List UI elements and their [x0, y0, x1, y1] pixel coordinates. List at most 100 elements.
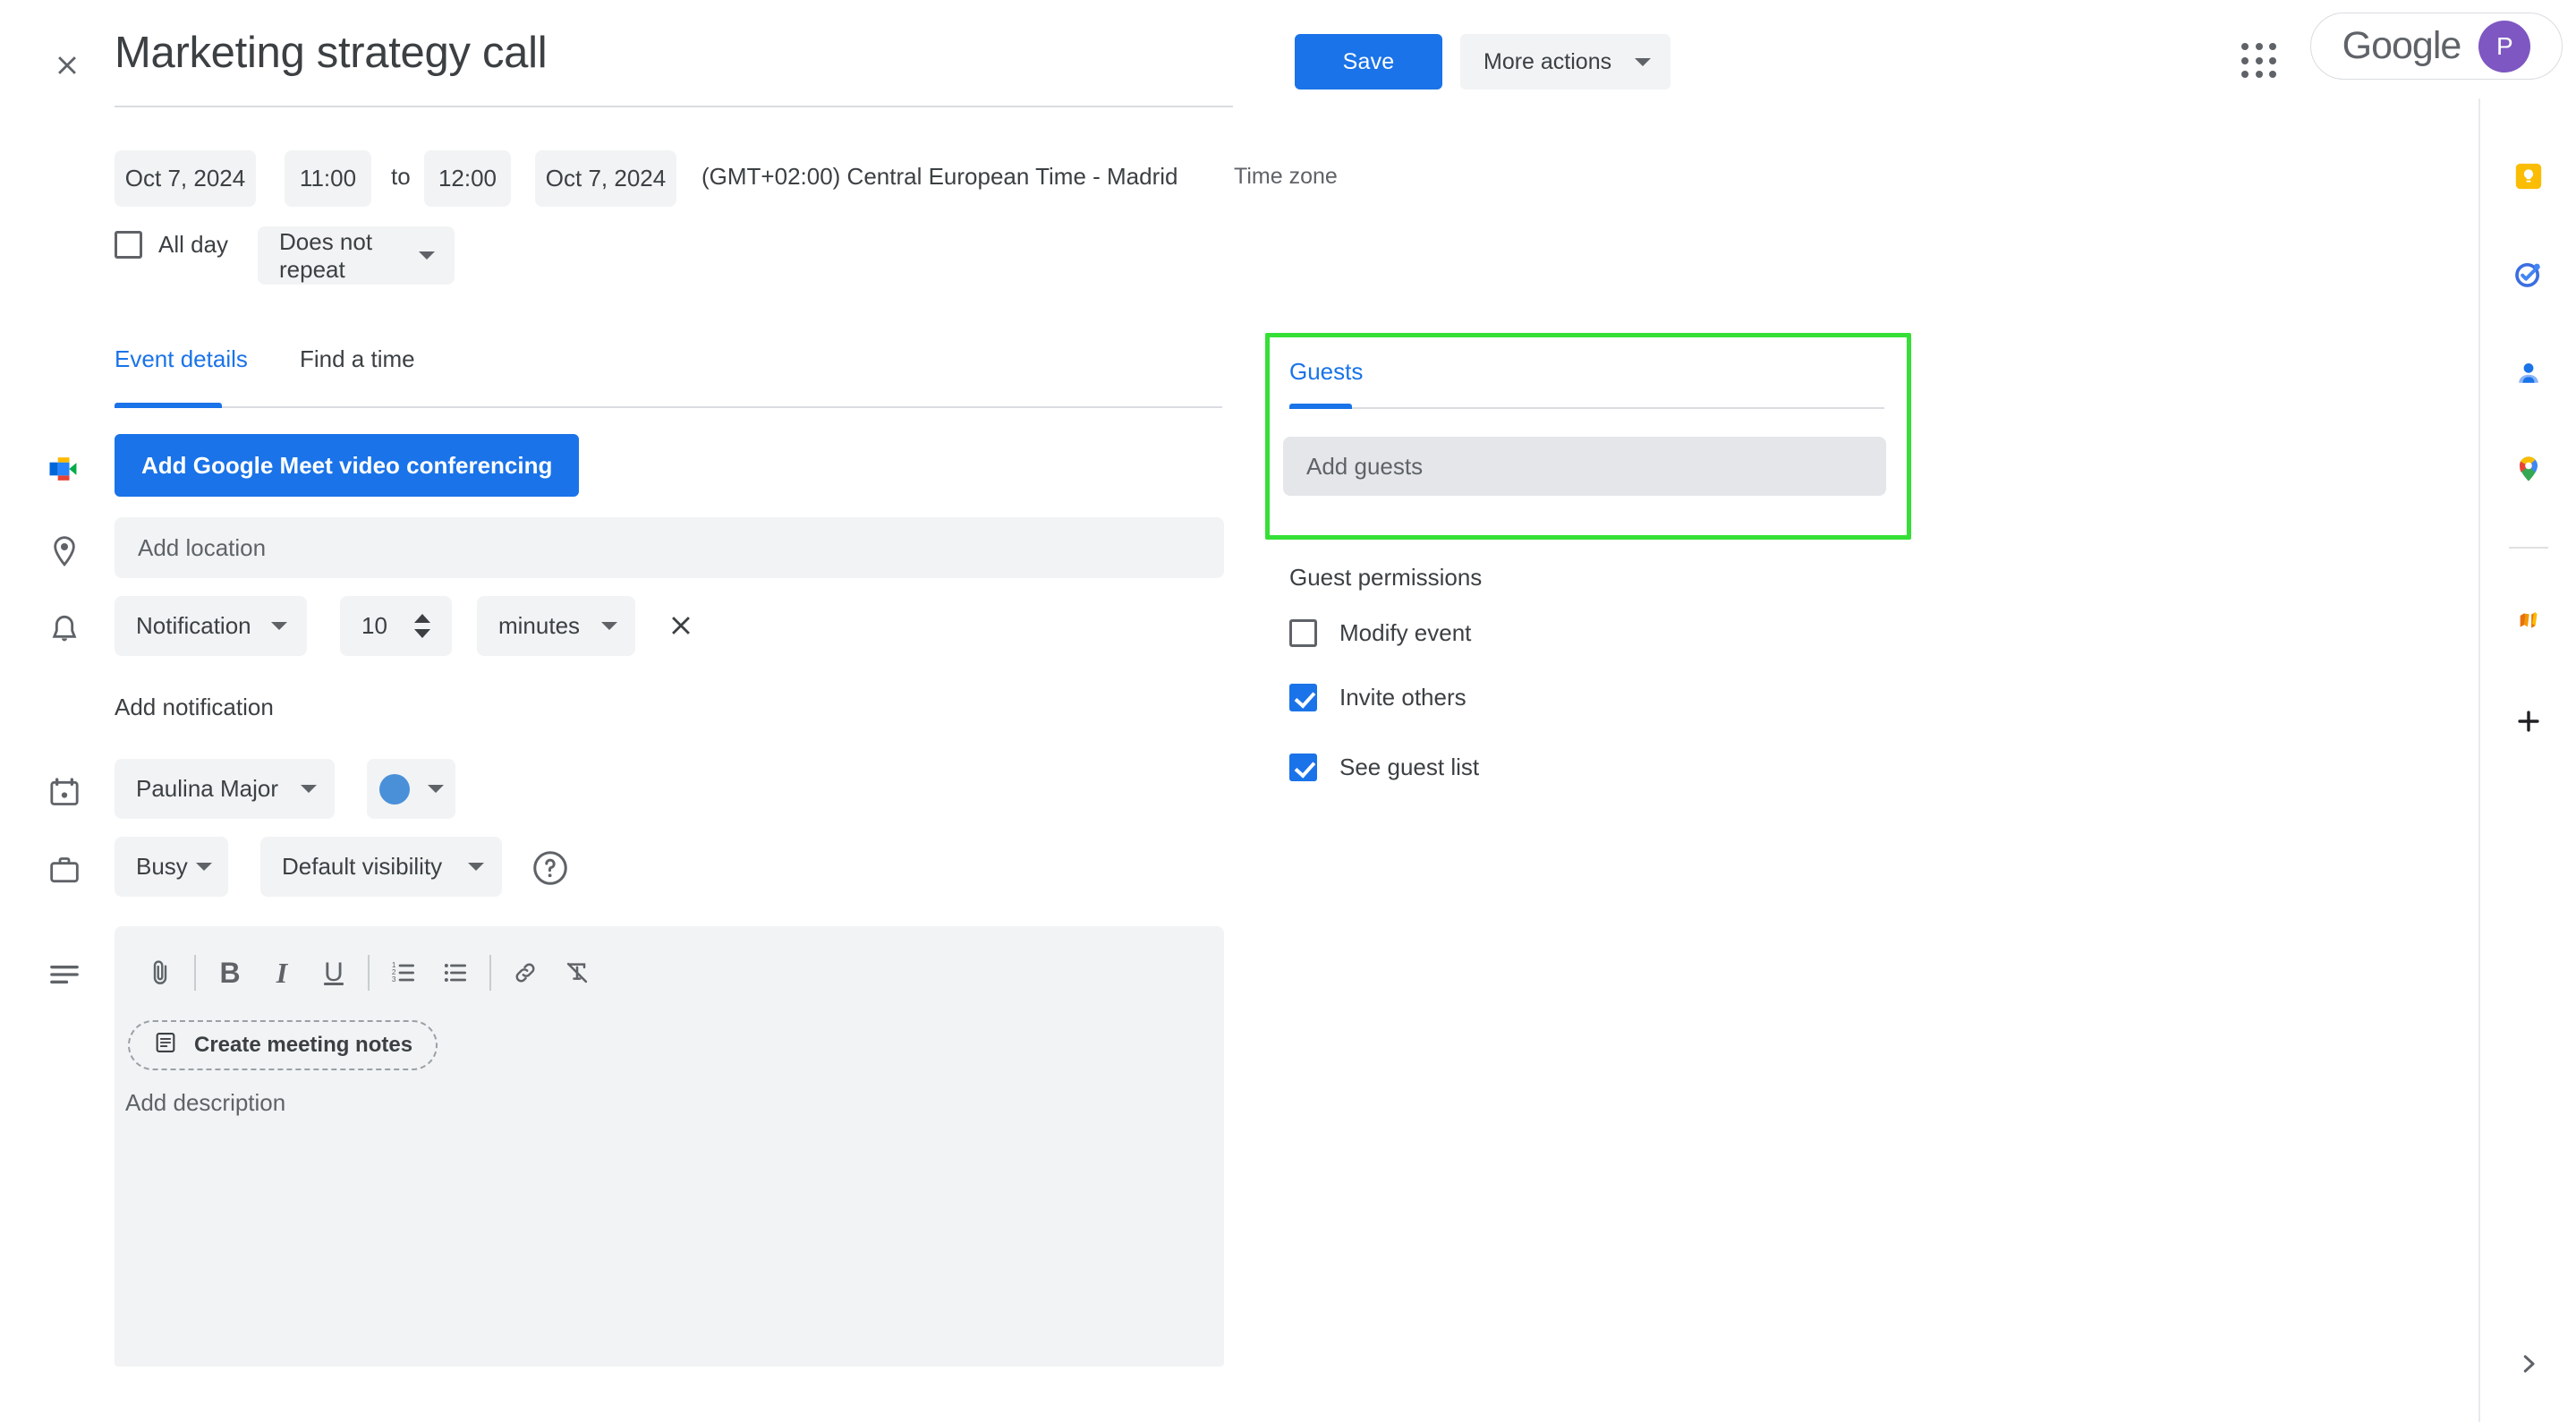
google-maps-icon[interactable] [2507, 447, 2550, 490]
location-input[interactable] [115, 517, 1224, 578]
notification-value-stepper[interactable] [407, 601, 438, 650]
add-notification-button[interactable]: Add notification [115, 694, 274, 721]
all-day-label: All day [158, 231, 228, 259]
create-meeting-notes-label: Create meeting notes [194, 1033, 412, 1058]
availability-dropdown[interactable]: Busy [115, 837, 228, 897]
end-date-chip[interactable]: Oct 7, 2024 [535, 150, 676, 207]
timezone-button[interactable]: Time zone [1234, 164, 1338, 190]
guest-permissions-title: Guest permissions [1289, 564, 1482, 592]
description-placeholder[interactable]: Add description [125, 1089, 285, 1117]
apps-grid-icon[interactable] [2232, 34, 2286, 88]
stepper-down-icon[interactable] [414, 629, 430, 638]
notification-type-label: Notification [136, 612, 251, 640]
numbered-list-icon[interactable]: 123 [378, 947, 429, 999]
save-button[interactable]: Save [1295, 34, 1442, 89]
calendar-icon [43, 771, 86, 814]
tab-guests[interactable]: Guests [1289, 358, 1363, 386]
event-color-dropdown[interactable] [367, 759, 455, 819]
bold-icon[interactable]: B [204, 947, 256, 999]
modify-event-label: Modify event [1339, 619, 1471, 647]
notification-unit-label: minutes [498, 612, 580, 640]
google-tasks-icon[interactable] [2507, 252, 2550, 295]
all-day-checkbox[interactable] [115, 231, 142, 259]
side-panel-rail [2478, 98, 2576, 1422]
remove-formatting-icon[interactable] [551, 947, 603, 999]
start-date-chip[interactable]: Oct 7, 2024 [115, 150, 256, 207]
add-icon[interactable] [2507, 700, 2550, 743]
invite-others-checkbox[interactable] [1289, 684, 1317, 711]
chevron-down-icon [1635, 58, 1651, 66]
availability-label: Busy [136, 853, 188, 881]
toolbar-divider [194, 955, 196, 991]
event-title-wrapper [115, 25, 1233, 89]
permission-row-invite-others: Invite others [1289, 684, 1467, 711]
guests-underline-track [1289, 407, 1884, 409]
remove-notification-icon[interactable] [660, 605, 701, 646]
google-contacts-icon[interactable] [2507, 352, 2550, 395]
toolbar-divider [489, 955, 491, 991]
chevron-down-icon [196, 863, 212, 871]
title-underline [115, 106, 1233, 107]
add-guests-input[interactable] [1283, 437, 1886, 496]
rail-divider [2509, 547, 2548, 549]
underline-icon[interactable]: U [308, 947, 360, 999]
chevron-down-icon [468, 863, 484, 871]
recurrence-dropdown[interactable]: Does not repeat [258, 226, 455, 285]
event-title-input[interactable] [115, 25, 1233, 89]
chevron-down-icon [428, 785, 444, 793]
editor-tabs: Event details Find a time [115, 345, 1222, 399]
attach-icon[interactable] [134, 947, 186, 999]
document-icon [153, 1030, 178, 1061]
description-lines-icon [43, 953, 86, 996]
see-guest-list-label: See guest list [1339, 754, 1479, 781]
more-actions-button[interactable]: More actions [1460, 34, 1671, 89]
all-day-row: All day [115, 231, 228, 259]
google-keep-icon[interactable] [2507, 155, 2550, 198]
svg-text:3: 3 [392, 975, 396, 983]
modify-event-checkbox[interactable] [1289, 619, 1317, 647]
chevron-right-icon[interactable] [2507, 1342, 2550, 1385]
link-icon[interactable] [499, 947, 551, 999]
avatar[interactable]: P [2478, 21, 2530, 72]
stepper-up-icon[interactable] [414, 614, 430, 623]
tab-active-indicator [115, 403, 222, 408]
start-time-chip[interactable]: 11:00 [285, 150, 371, 207]
account-chip[interactable]: Google P [2310, 13, 2563, 80]
permission-row-modify-event: Modify event [1289, 619, 1471, 647]
chevron-down-icon [419, 251, 435, 260]
see-guest-list-checkbox[interactable] [1289, 754, 1317, 781]
bell-icon [43, 609, 86, 651]
google-calendar-event-editor: Save More actions Google P Oct 7, 2024 1… [0, 0, 2576, 1422]
timezone-text: (GMT+02:00) Central European Time - Madr… [701, 163, 1178, 191]
more-actions-label: More actions [1484, 49, 1611, 75]
tab-find-a-time[interactable]: Find a time [300, 345, 415, 393]
top-bar: Save More actions Google P [0, 0, 2576, 134]
tab-event-details[interactable]: Event details [115, 345, 248, 393]
help-icon[interactable] [530, 847, 571, 889]
end-time-chip[interactable]: 12:00 [424, 150, 511, 207]
tab-underline-track [115, 406, 1222, 408]
visibility-dropdown[interactable]: Default visibility [260, 837, 502, 897]
to-label: to [391, 163, 411, 191]
calendar-owner-dropdown[interactable]: Paulina Major [115, 759, 335, 819]
guests-active-indicator [1289, 404, 1352, 409]
chevron-down-icon [601, 622, 617, 630]
rich-text-toolbar: B I U 123 [134, 947, 603, 999]
toolbar-divider [368, 955, 370, 991]
location-pin-icon [43, 530, 86, 573]
notification-type-dropdown[interactable]: Notification [115, 596, 307, 656]
color-swatch [379, 774, 410, 805]
close-icon[interactable] [43, 41, 91, 89]
briefcase-icon [43, 848, 86, 891]
marketplace-icon[interactable] [2507, 600, 2550, 643]
permission-row-see-guest-list: See guest list [1289, 754, 1479, 781]
create-meeting-notes-button[interactable]: Create meeting notes [128, 1020, 438, 1070]
italic-icon[interactable]: I [256, 947, 308, 999]
visibility-label: Default visibility [282, 853, 442, 881]
bulleted-list-icon[interactable] [429, 947, 481, 999]
invite-others-label: Invite others [1339, 684, 1467, 711]
google-wordmark: Google [2342, 24, 2461, 68]
notification-unit-dropdown[interactable]: minutes [477, 596, 635, 656]
add-google-meet-button[interactable]: Add Google Meet video conferencing [115, 434, 579, 497]
calendar-owner-label: Paulina Major [136, 775, 278, 803]
